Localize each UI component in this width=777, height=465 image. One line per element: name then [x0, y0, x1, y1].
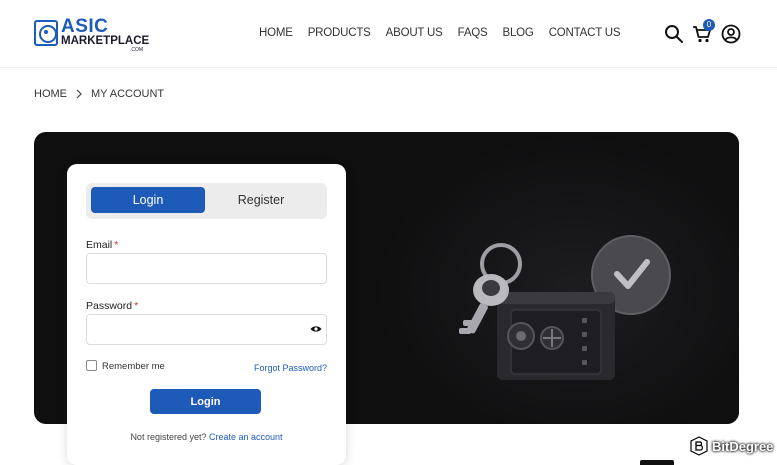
nav-item-about-us[interactable]: ABOUT US [386, 27, 443, 39]
nav-item-contact-us[interactable]: CONTACT US [549, 27, 621, 39]
logo-text-primary: ASIC [61, 16, 109, 37]
not-registered-text: Not registered yet? [130, 432, 207, 442]
watermark: BitDegree [690, 436, 773, 456]
login-card: Login Register Email * Password * Remember… [67, 164, 346, 465]
nav-item-faqs[interactable]: FAQS [458, 27, 488, 39]
email-field[interactable] [86, 253, 327, 284]
nav-item-products[interactable]: PRODUCTS [308, 27, 371, 39]
breadcrumb-home[interactable]: HOME [34, 88, 67, 100]
tab-register[interactable]: Register [204, 187, 318, 213]
remember-me-label: Remember me [102, 361, 165, 372]
forgot-password-link[interactable]: Forgot Password? [254, 363, 327, 373]
tab-login[interactable]: Login [91, 187, 205, 213]
password-label-text: Password [86, 300, 133, 312]
logo-text-secondary: MARKETPLACE [61, 35, 150, 47]
breadcrumb: HOME MY ACCOUNT [34, 88, 164, 100]
remember-me-checkbox[interactable] [86, 360, 97, 371]
bitdegree-logo-icon [690, 436, 708, 456]
register-prompt: Not registered yet? Create an account [67, 432, 346, 442]
password-label: Password * [86, 300, 138, 312]
nav-item-home[interactable]: HOME [259, 27, 293, 39]
login-button[interactable]: Login [150, 389, 261, 414]
breadcrumb-current: MY ACCOUNT [91, 88, 165, 100]
required-mark: * [114, 239, 119, 251]
site-logo[interactable]: ASIC MARKETPLACE .COM [34, 16, 154, 54]
show-password-eye-icon[interactable] [310, 325, 322, 333]
logo-text-domain: .COM [130, 47, 144, 53]
cart-count-badge: 0 [703, 19, 715, 31]
logo-mark-icon [34, 20, 58, 46]
user-account-icon[interactable] [721, 24, 741, 44]
bottom-tab-strip [640, 460, 674, 465]
email-label-text: Email [86, 239, 113, 251]
chevron-right-icon [76, 89, 82, 99]
nav-item-blog[interactable]: BLOG [503, 27, 534, 39]
auth-tabs: Login Register [86, 183, 327, 219]
password-field[interactable] [86, 314, 327, 345]
search-icon[interactable] [664, 24, 684, 44]
create-account-link[interactable]: Create an account [209, 432, 283, 442]
site-header: ASIC MARKETPLACE .COM HOME PRODUCTS ABOU… [0, 0, 777, 68]
required-mark: * [134, 300, 139, 312]
main-nav: HOME PRODUCTS ABOUT US FAQS BLOG CONTACT… [259, 27, 621, 39]
email-label: Email * [86, 239, 118, 251]
watermark-text: BitDegree [712, 438, 774, 454]
safe-and-key-illustration [459, 235, 671, 380]
